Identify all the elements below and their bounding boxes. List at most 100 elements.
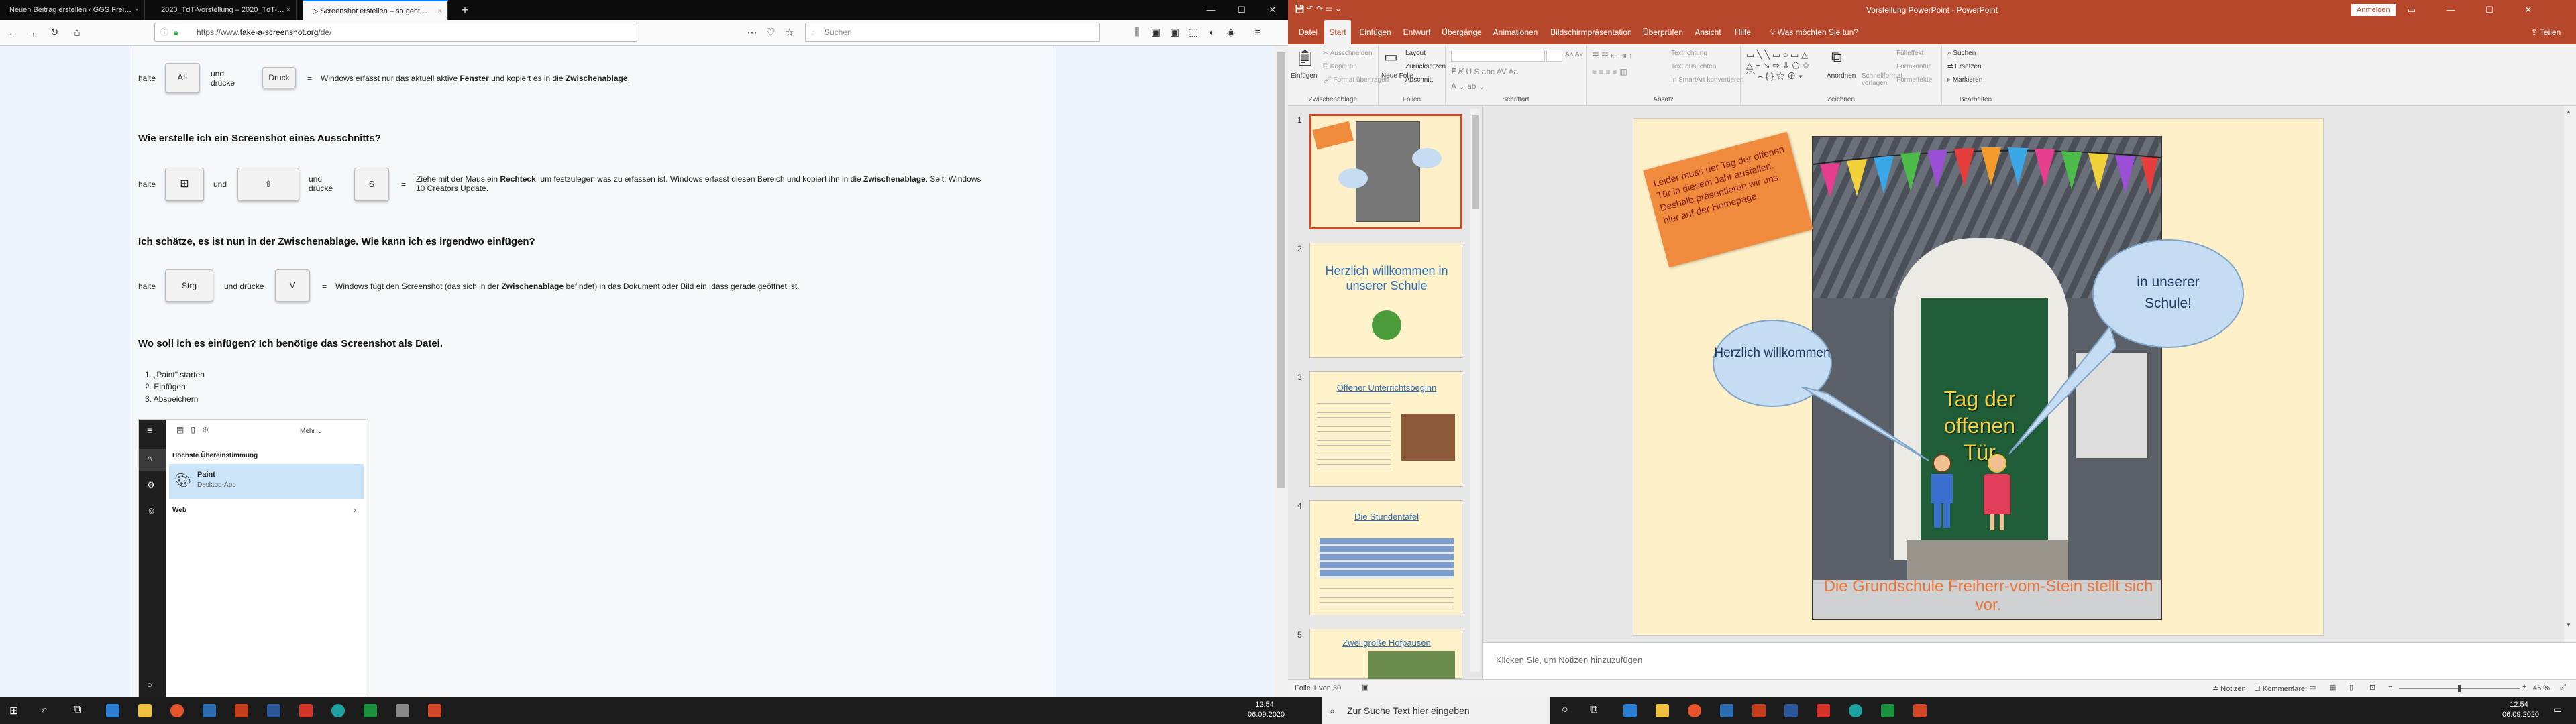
extension-icon[interactable]: ▣ — [1167, 25, 1182, 40]
tab-ansicht[interactable]: Ansicht — [1689, 20, 1727, 44]
text-direction-button[interactable]: Textrichtung — [1671, 50, 1707, 57]
bookmark-star-icon[interactable]: ☆ — [782, 25, 797, 40]
tab-datei[interactable]: Datei — [1295, 20, 1322, 44]
firefox-icon[interactable] — [1688, 704, 1701, 717]
align-icons[interactable]: ≡ ≡ ≡ ≡ ▥ — [1592, 67, 1627, 76]
powerpoint-icon[interactable] — [428, 704, 441, 717]
reset-button[interactable]: Zurücksetzen — [1405, 63, 1446, 70]
task-view-icon[interactable]: ⧉ — [74, 704, 81, 716]
desktop-icon[interactable] — [106, 704, 119, 717]
addon-icon[interactable]: ◈ — [1224, 25, 1238, 40]
reading-view-icon[interactable]: ▯ — [2349, 683, 2353, 692]
zoom-in-icon[interactable]: + — [2522, 683, 2526, 691]
tab-start[interactable]: Start — [1324, 20, 1351, 44]
url-bar[interactable]: ⓘ 🔒︎ https://www.take-a-screenshot.org/d… — [154, 23, 637, 42]
word-icon[interactable] — [267, 704, 280, 717]
scroll-down-icon[interactable]: ▼ — [2566, 622, 2574, 630]
tab-3[interactable]: ▷ Screenshot erstellen – so geht… × — [303, 0, 448, 20]
replace-button[interactable]: ⇄ Ersetzen — [1947, 63, 1982, 70]
minimize-icon[interactable]: — — [1195, 0, 1226, 20]
reload-icon[interactable]: ↻ — [47, 25, 62, 40]
quick-styles-button[interactable]: Schnellformat-vorlagen — [1862, 72, 1904, 87]
new-tab-button[interactable]: + — [455, 0, 475, 20]
forward-icon[interactable]: → — [24, 25, 39, 40]
library-icon[interactable]: ⫼ — [1130, 25, 1144, 40]
select-button[interactable]: ▹ Markieren — [1947, 76, 1982, 84]
notice-banner[interactable]: Leider muss der Tag der offenen Tür in d… — [1643, 131, 1813, 268]
info-icon[interactable]: ⓘ — [160, 23, 168, 41]
tab-2[interactable]: 2020_TdT-Vorstellung – 2020_TdT-… × — [152, 0, 297, 20]
app-icon[interactable] — [1720, 704, 1733, 717]
shapes-gallery[interactable]: ▭ ╲ ╲ ▭ ○ ▭ △ △ ⌐ ↘ ⇨ ⇩ ⬠ ☆ ⌒ ⌢ { } ☆ ⊕ ▾ — [1746, 50, 1810, 82]
font-color-icons[interactable]: A ⌄ ab ⌄ — [1451, 82, 1485, 91]
normal-view-icon[interactable]: ▭ — [2309, 683, 2316, 692]
close-window-icon[interactable]: ✕ — [2513, 0, 2544, 20]
browser-icon[interactable] — [331, 704, 345, 717]
tab-hilfe[interactable]: Hilfe — [1729, 20, 1756, 44]
extension-icon[interactable]: ▣ — [1148, 25, 1163, 40]
app-icon[interactable] — [1752, 704, 1766, 717]
ribbon-display-icon[interactable]: ▭ — [2396, 0, 2427, 20]
smartart-button[interactable]: In SmartArt konvertieren — [1671, 76, 1743, 84]
arrange-icon[interactable]: ⧉ — [1831, 48, 1842, 66]
thumbs-scrollbar-thumb[interactable] — [1472, 115, 1479, 209]
app-icon[interactable] — [396, 704, 409, 717]
menu-icon[interactable]: ≡ — [1250, 25, 1265, 40]
sync-icon[interactable]: ◐ — [1205, 25, 1220, 40]
find-button[interactable]: ⌕ Suchen — [1947, 50, 1976, 57]
maximize-icon[interactable]: ☐ — [1226, 0, 1257, 20]
thumb-slide-2[interactable]: Herzlich willkommen in unserer Schule — [1309, 243, 1462, 358]
share-button[interactable]: ⇪ Teilen — [2522, 20, 2569, 44]
notification-icon[interactable]: ▭ — [2553, 704, 2562, 715]
tell-me-search[interactable]: 💡︎ Was möchten Sie tun? — [1760, 20, 1868, 44]
grow-font-icon[interactable]: A˄ A˅ — [1565, 51, 1583, 58]
paste-icon[interactable]: 📋︎ — [1295, 48, 1315, 68]
search-input[interactable]: ⌕ Suchen — [805, 23, 1100, 42]
minimize-icon[interactable]: — — [2435, 0, 2466, 20]
slideshow-icon[interactable]: ⊡ — [2369, 683, 2375, 692]
tab-animationen[interactable]: Animationen — [1488, 20, 1543, 44]
app-icon[interactable] — [235, 704, 248, 717]
editor-scrollbar[interactable]: ▲ ▼ — [2564, 106, 2576, 642]
pdf-icon[interactable] — [1817, 704, 1830, 717]
explorer-icon[interactable] — [138, 704, 152, 717]
tab-einfuegen[interactable]: Einfügen — [1355, 20, 1395, 44]
fit-slide-icon[interactable]: ⤢ — [2560, 683, 2566, 692]
thumb-slide-1[interactable] — [1309, 114, 1462, 229]
close-icon[interactable]: × — [438, 1, 442, 20]
format-icons[interactable]: 𝐅 𝐾 U S abc AV Aa — [1451, 67, 1518, 77]
copy-button[interactable]: ⎘ Kopieren — [1323, 63, 1357, 70]
notes-toggle[interactable]: ≐ Notizen — [2212, 684, 2246, 693]
comments-toggle[interactable]: ☐ Kommentare — [2254, 684, 2305, 693]
arrange-button[interactable]: Anordnen — [1827, 72, 1856, 80]
scrollbar-thumb[interactable] — [1277, 52, 1285, 488]
zoom-out-icon[interactable]: − — [2388, 683, 2392, 691]
thumb-slide-5[interactable]: Zwei große Hofpausen — [1309, 629, 1462, 680]
fill-button[interactable]: Fülleffekt — [1896, 50, 1923, 57]
thumb-slide-4[interactable]: Die Stundentafel — [1309, 500, 1462, 615]
zoom-slider-handle[interactable] — [2458, 685, 2461, 692]
font-size-select[interactable] — [1546, 50, 1562, 62]
paste-button[interactable]: Einfügen — [1291, 72, 1317, 80]
current-slide[interactable]: Tag der offenen Tür Leider muss der Tag … — [1633, 118, 2324, 636]
taskbar-search[interactable]: ⌕ Zur Suche Text hier eingeben — [1322, 697, 1550, 724]
close-window-icon[interactable]: ✕ — [1257, 0, 1288, 20]
lock-icon[interactable]: 🔒︎ — [174, 23, 178, 41]
close-icon[interactable]: × — [135, 0, 139, 20]
tab-uebergaenge[interactable]: Übergänge — [1438, 20, 1485, 44]
align-text-button[interactable]: Text ausrichten — [1671, 63, 1716, 70]
thumb-slide-3[interactable]: Offener Unterrichtsbeginn — [1309, 371, 1462, 487]
cut-button[interactable]: ✂ Ausschneiden — [1323, 50, 1372, 57]
screenshot-icon[interactable]: ⬚ — [1186, 25, 1201, 40]
cortana-icon[interactable]: ○ — [1562, 704, 1568, 716]
scroll-up-icon[interactable]: ▲ — [2566, 109, 2574, 117]
list-icons[interactable]: ☰ ☷ ⇤ ⇥ ↕ — [1592, 51, 1633, 60]
tab-ueberpruefen[interactable]: Überprüfen — [1640, 20, 1686, 44]
effects-button[interactable]: Formeffekte — [1896, 76, 1932, 84]
section-button[interactable]: Abschnitt — [1405, 76, 1433, 84]
desktop-icon[interactable] — [1623, 704, 1637, 717]
app-icon[interactable] — [203, 704, 216, 717]
layout-button[interactable]: Layout — [1405, 50, 1426, 57]
explorer-icon[interactable] — [1656, 704, 1669, 717]
powerpoint-icon[interactable] — [1913, 704, 1927, 717]
